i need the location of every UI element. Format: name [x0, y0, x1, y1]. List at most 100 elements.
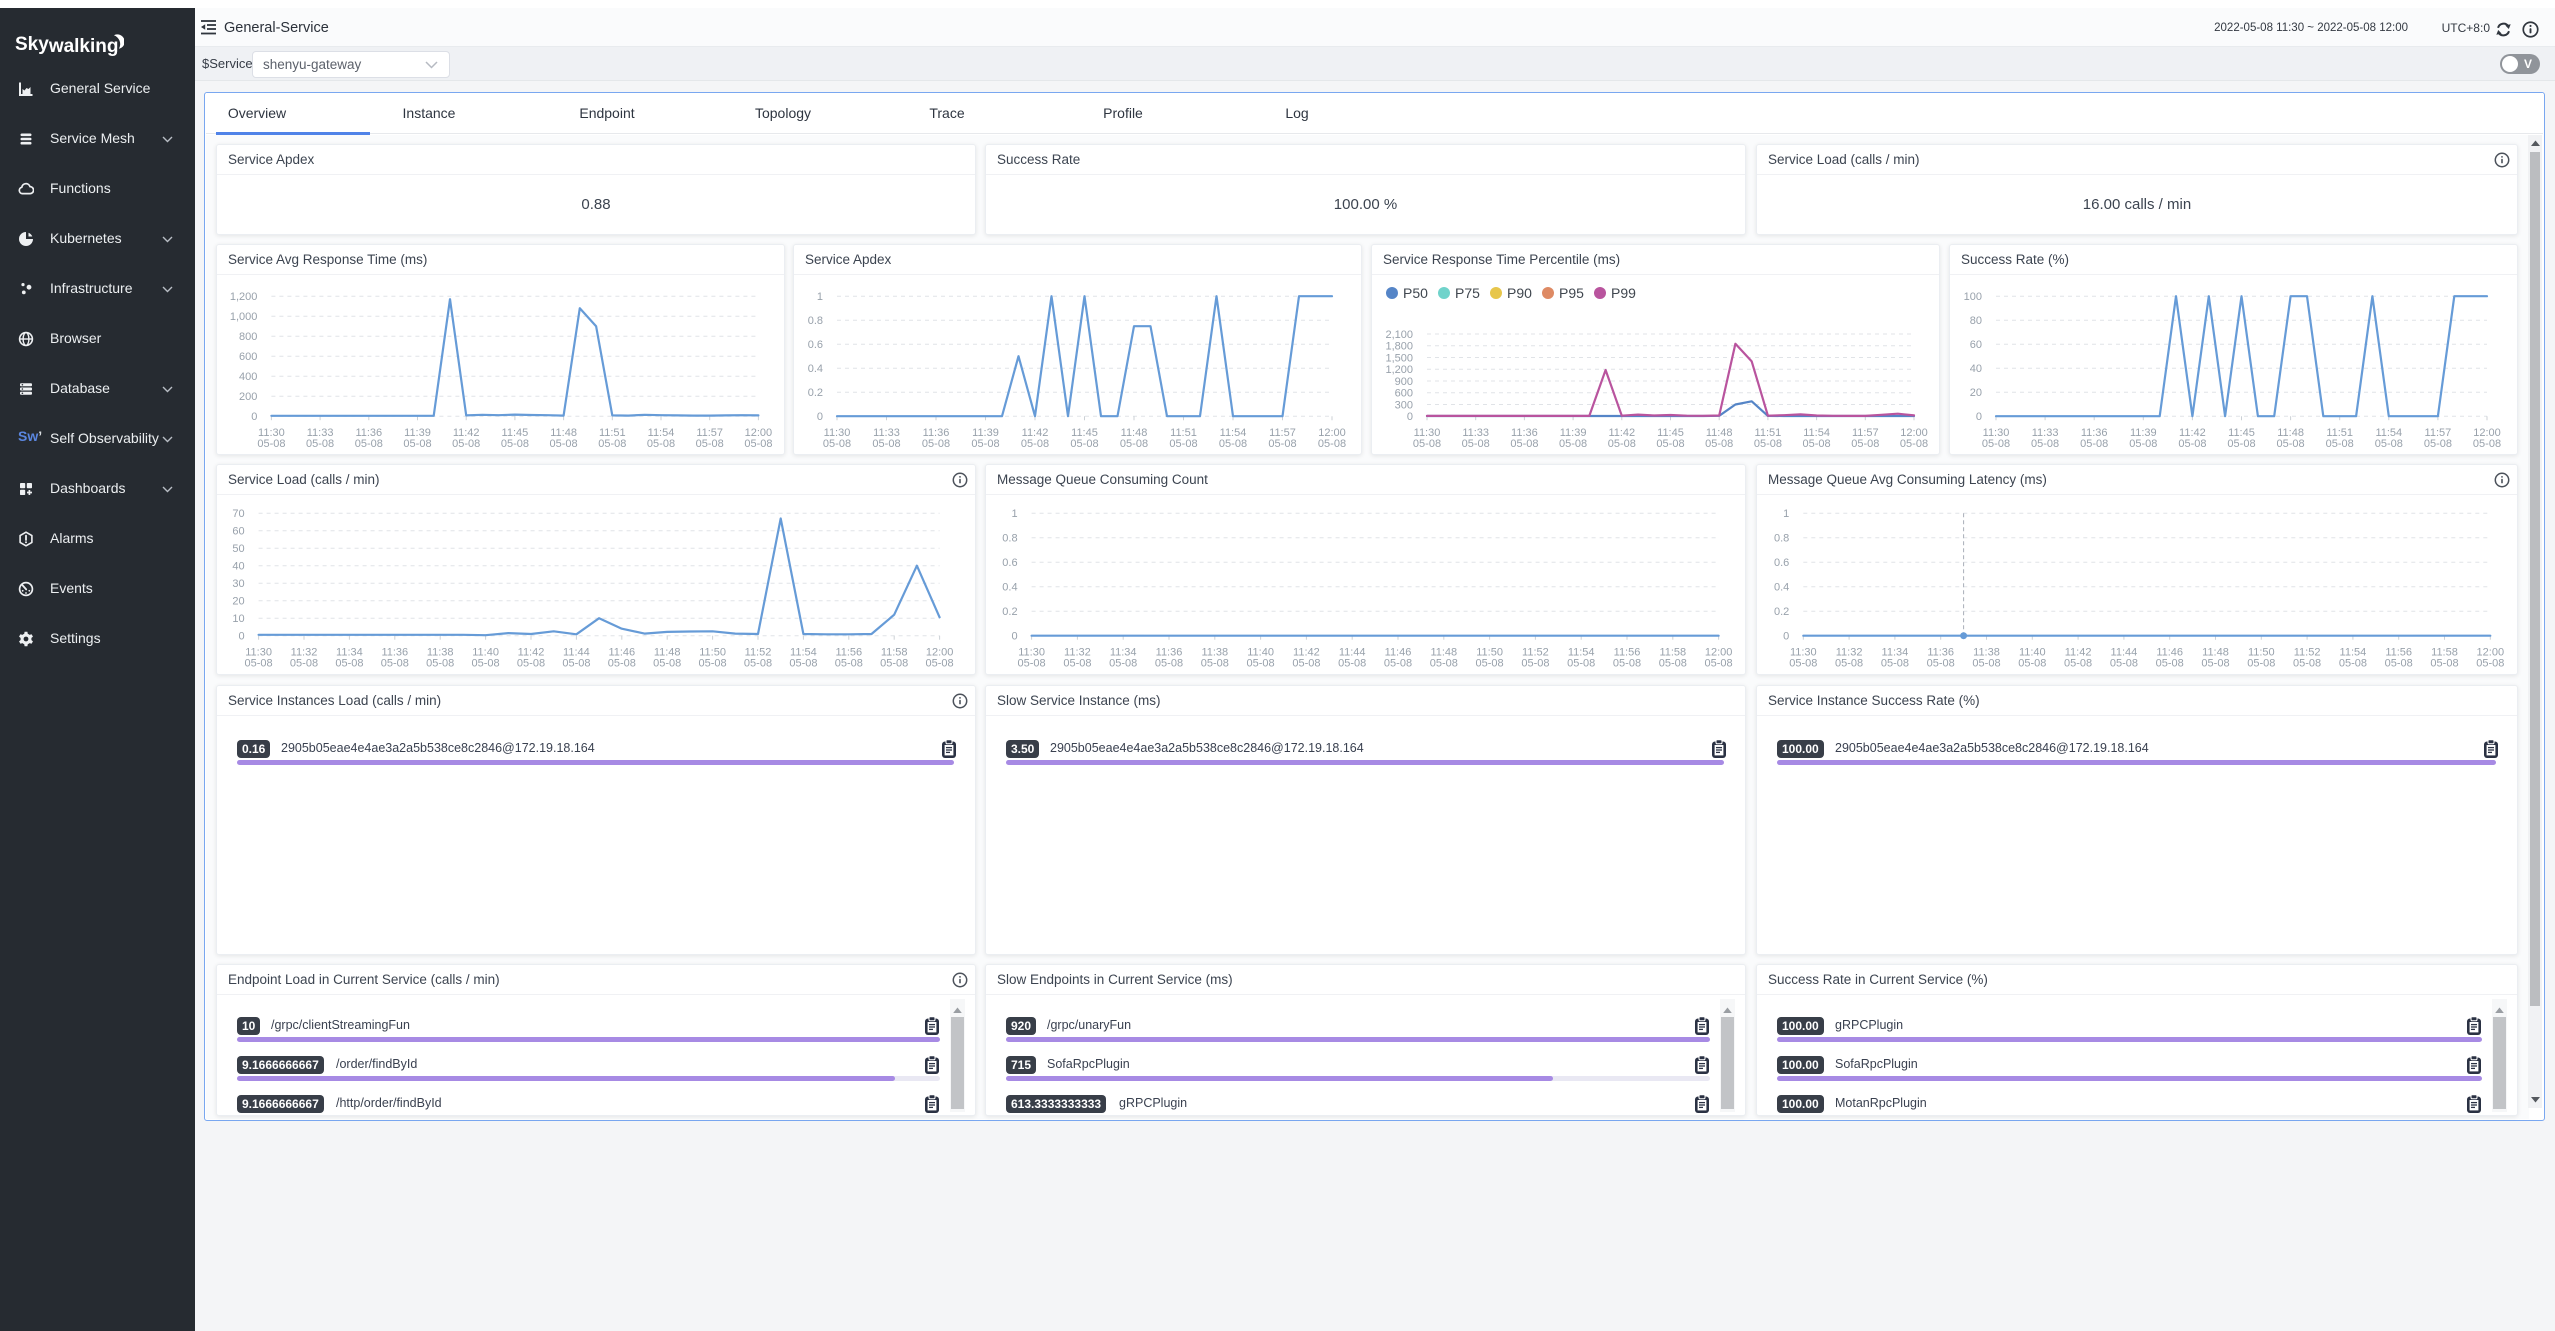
svg-text:05-08: 05-08 — [1754, 438, 1782, 450]
svg-text:05-08: 05-08 — [696, 438, 724, 450]
svg-text:05-08: 05-08 — [1559, 438, 1587, 450]
svg-text:05-08: 05-08 — [971, 438, 999, 450]
svg-text:05-08: 05-08 — [2424, 438, 2452, 450]
svg-text:05-08: 05-08 — [1521, 658, 1549, 670]
svg-text:05-08: 05-08 — [647, 438, 675, 450]
svg-text:05-08: 05-08 — [1705, 658, 1733, 670]
svg-text:1: 1 — [1011, 508, 1017, 520]
svg-text:300: 300 — [1395, 400, 1413, 412]
svg-text:05-08: 05-08 — [501, 438, 529, 450]
svg-text:0.2: 0.2 — [1002, 606, 1017, 618]
svg-text:2,100: 2,100 — [1385, 329, 1413, 341]
svg-text:05-08: 05-08 — [744, 658, 772, 670]
svg-text:1,200: 1,200 — [1385, 364, 1413, 376]
svg-text:05-08: 05-08 — [1972, 658, 2000, 670]
svg-text:05-08: 05-08 — [2293, 658, 2321, 670]
svg-text:20: 20 — [232, 596, 244, 608]
svg-text:100: 100 — [1964, 291, 1982, 303]
svg-text:05-08: 05-08 — [1070, 438, 1098, 450]
svg-text:05-08: 05-08 — [598, 438, 626, 450]
svg-text:05-08: 05-08 — [335, 658, 363, 670]
svg-text:05-08: 05-08 — [922, 438, 950, 450]
svg-text:05-08: 05-08 — [1109, 658, 1137, 670]
svg-text:1,800: 1,800 — [1385, 341, 1413, 353]
svg-text:20: 20 — [1970, 387, 1982, 399]
svg-text:05-08: 05-08 — [257, 438, 285, 450]
svg-text:0: 0 — [817, 411, 823, 423]
svg-text:05-08: 05-08 — [1292, 658, 1320, 670]
svg-text:1,200: 1,200 — [230, 291, 258, 303]
svg-text:05-08: 05-08 — [653, 658, 681, 670]
svg-text:05-08: 05-08 — [1155, 658, 1183, 670]
svg-text:05-08: 05-08 — [1659, 658, 1687, 670]
svg-text:05-08: 05-08 — [1656, 438, 1684, 450]
svg-text:P95: P95 — [1559, 285, 1584, 301]
svg-text:05-08: 05-08 — [472, 658, 500, 670]
svg-text:05-08: 05-08 — [1430, 658, 1458, 670]
svg-text:05-08: 05-08 — [926, 658, 954, 670]
svg-text:0.2: 0.2 — [808, 387, 823, 399]
svg-text:05-08: 05-08 — [452, 438, 480, 450]
svg-text:05-08: 05-08 — [699, 658, 727, 670]
svg-text:05-08: 05-08 — [1413, 438, 1441, 450]
svg-text:10: 10 — [232, 613, 244, 625]
svg-text:05-08: 05-08 — [2080, 438, 2108, 450]
svg-text:05-08: 05-08 — [2064, 658, 2092, 670]
svg-text:60: 60 — [1970, 339, 1982, 351]
svg-text:P90: P90 — [1507, 285, 1532, 301]
svg-text:05-08: 05-08 — [1021, 438, 1049, 450]
svg-text:05-08: 05-08 — [381, 658, 409, 670]
svg-text:0: 0 — [1783, 631, 1789, 643]
svg-text:05-08: 05-08 — [835, 658, 863, 670]
svg-text:0.6: 0.6 — [1002, 557, 1017, 569]
svg-text:05-08: 05-08 — [744, 438, 772, 450]
svg-text:P50: P50 — [1403, 285, 1428, 301]
svg-text:05-08: 05-08 — [290, 658, 318, 670]
svg-text:600: 600 — [1395, 388, 1413, 400]
svg-text:05-08: 05-08 — [2473, 438, 2501, 450]
svg-text:05-08: 05-08 — [517, 658, 545, 670]
svg-text:05-08: 05-08 — [1567, 658, 1595, 670]
svg-text:400: 400 — [239, 371, 257, 383]
svg-text:0: 0 — [1976, 411, 1982, 423]
svg-text:0: 0 — [1011, 631, 1017, 643]
svg-text:05-08: 05-08 — [2129, 438, 2157, 450]
svg-text:05-08: 05-08 — [1247, 658, 1275, 670]
svg-text:05-08: 05-08 — [1927, 658, 1955, 670]
svg-text:60: 60 — [232, 526, 244, 538]
svg-text:1: 1 — [1783, 508, 1789, 520]
svg-text:05-08: 05-08 — [2476, 658, 2504, 670]
svg-text:05-08: 05-08 — [872, 438, 900, 450]
svg-text:05-08: 05-08 — [1803, 438, 1831, 450]
svg-text:05-08: 05-08 — [1789, 658, 1817, 670]
svg-text:0.6: 0.6 — [1774, 557, 1789, 569]
svg-text:30: 30 — [232, 578, 244, 590]
svg-text:05-08: 05-08 — [1201, 658, 1229, 670]
svg-text:0.8: 0.8 — [1002, 533, 1017, 545]
svg-text:05-08: 05-08 — [1018, 658, 1046, 670]
svg-text:05-08: 05-08 — [2277, 438, 2305, 450]
svg-text:200: 200 — [239, 391, 257, 403]
svg-text:05-08: 05-08 — [2110, 658, 2138, 670]
svg-text:0: 0 — [1407, 411, 1413, 423]
svg-text:900: 900 — [1395, 376, 1413, 388]
svg-text:05-08: 05-08 — [2201, 658, 2229, 670]
svg-text:05-08: 05-08 — [2430, 658, 2458, 670]
svg-text:05-08: 05-08 — [2375, 438, 2403, 450]
svg-text:05-08: 05-08 — [823, 438, 851, 450]
svg-text:05-08: 05-08 — [1219, 438, 1247, 450]
svg-text:05-08: 05-08 — [426, 658, 454, 670]
svg-text:05-08: 05-08 — [1384, 658, 1412, 670]
svg-text:05-08: 05-08 — [2031, 438, 2059, 450]
svg-text:05-08: 05-08 — [608, 658, 636, 670]
svg-text:0.4: 0.4 — [1774, 582, 1789, 594]
svg-text:0.4: 0.4 — [808, 363, 823, 375]
svg-text:05-08: 05-08 — [1063, 658, 1091, 670]
svg-text:05-08: 05-08 — [2326, 438, 2354, 450]
svg-text:05-08: 05-08 — [2385, 658, 2413, 670]
svg-text:05-08: 05-08 — [306, 438, 334, 450]
svg-text:05-08: 05-08 — [1268, 438, 1296, 450]
svg-text:800: 800 — [239, 331, 257, 343]
svg-text:0.2: 0.2 — [1774, 606, 1789, 618]
svg-text:600: 600 — [239, 351, 257, 363]
